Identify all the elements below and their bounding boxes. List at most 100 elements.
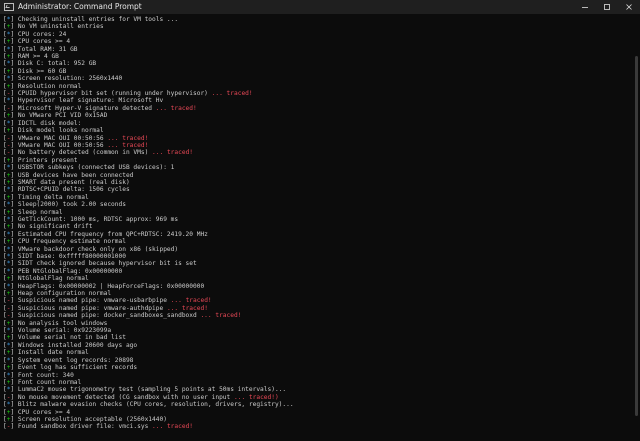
console-line: [*] SIDT check ignored because hyperviso… [3,260,197,268]
line-text: Found sandbox driver file: vmci.sys [17,423,149,431]
console-line: [+] No analysis tool windows [3,319,108,327]
console-line: [+] No VMware PCI VID 0x15AD [3,112,108,120]
line-text: Blitz malware evasion checks (CPU cores,… [17,401,294,409]
console-line: [+] RAM >= 4 GB [3,53,59,61]
line-text: Volume serial: 0x9223099a [17,327,112,335]
line-text: Microsoft Hyper-V signature detected [17,104,153,112]
console-line: [*] PEB NtGlobalFlag: 0x00000000 [3,267,123,275]
close-button[interactable] [618,0,640,14]
console-line: [+] Heap configuration normal [3,290,112,298]
console-line: [+] SMART data present (real disk) [3,178,130,186]
line-text: Total RAM: 31 GB [17,45,78,53]
console-line: [+] Font count normal [3,378,82,386]
console-line: [+] Disk >= 60 GB [3,67,67,75]
console-line: [-] Suspicious named pipe: vmware-authdp… [3,304,208,312]
line-text: Suspicious named pipe: docker_sandboxes_… [17,312,197,320]
vertical-scrollbar[interactable] [634,16,638,438]
line-text: Windows installed 20600 days ago [17,341,138,349]
line-text: CPU cores >= 4 [17,38,71,46]
line-text: No analysis tool windows [17,319,108,327]
line-text: SIDT base: 0xfffff80000001000 [17,253,126,260]
console-line: [+] USB devices have been connected [3,171,134,179]
console-line: [*] HeapFlags: 0x00000002 | HeapForceFla… [3,282,205,290]
console-line: [*] SIDT base: 0xfffff80000001000 [3,253,126,260]
console-line: [-] Microsoft Hyper-V signature detected… [3,104,197,112]
console-line: [*] LummaC2 mouse trigonometry test (sam… [3,386,287,394]
console-line: [-] CPUID hypervisor bit set (running un… [3,90,253,98]
line-text: Disk model looks normal [17,127,104,135]
line-text: CPU cores >= 4 [17,408,71,416]
line-text: Volume serial not in bad list [17,334,126,342]
console-line: [-] Suspicious named pipe: vmware-usbarb… [3,297,212,305]
line-text: Checking uninstall entries for VM tools … [17,16,179,23]
window-controls [574,0,640,14]
traced-flag: ... traced! [166,297,212,305]
line-text: No VMware PCI VID 0x15AD [17,112,108,120]
console-line: [+] CPU frequency estimate normal [3,238,126,246]
traced-flag: ... traced! [103,141,149,149]
line-text: HeapFlags: 0x00000002 | HeapForceFlags: … [17,282,205,290]
line-text: CPUID hypervisor bit set (running under … [17,90,208,98]
line-text: Sleep(2000) took 2.00 seconds [17,201,126,209]
line-text: Heap configuration normal [17,290,112,298]
line-text: Estimated CPU frequency from QPC+RDTSC: … [17,230,208,238]
minimize-button[interactable] [574,0,596,14]
line-text: SMART data present (real disk) [17,178,130,186]
line-text: Resolution normal [17,82,82,90]
console-line: [+] Resolution normal [3,82,82,90]
console-line: [*] Total RAM: 31 GB [3,45,78,53]
console-line: [+] Install date normal [3,349,89,357]
console-line: [+] Printers present [3,156,78,164]
console-line: [-] No mouse movement detected (CG sandb… [3,393,279,401]
maximize-button[interactable] [596,0,618,14]
line-text: Install date normal [17,349,89,357]
terminal-icon [4,3,14,11]
console-line: [+] NtGlobalFlag normal [3,275,89,283]
command-prompt-window: Administrator: Command Prompt [*] Checki… [0,0,640,441]
console-line: [-] VMware MAC OUI 00:50:56 ... traced! [3,141,149,149]
line-text: VMware MAC OUI 00:50:56 [17,141,104,149]
console-line: [+] CPU cores >= 4 [3,408,71,416]
console-line: [*] Screen resolution: 2560x1440 [3,75,123,83]
line-text: Screen resolution acceptable (2560x1440) [17,415,167,423]
console-output[interactable]: [*] Checking uninstall entries for VM to… [3,16,627,438]
line-text: Font count: 340 [17,371,74,379]
line-text: IDCTL disk model: [17,119,82,127]
console-line: [-] No battery detected (common in VMs) … [3,149,194,157]
line-text: Hypervisor leaf signature: Microsoft Hv [17,97,164,105]
line-text: VMware MAC OUI 00:50:56 [17,134,104,142]
console-line: [*] IDCTL disk model: [3,119,82,127]
traced-flag: ... traced! [196,312,242,320]
line-text: PEB NtGlobalFlag: 0x00000000 [17,267,123,275]
window-title: Administrator: Command Prompt [18,2,142,11]
line-text: GetTickCount: 1000 ms, RDTSC approx: 969… [17,215,179,223]
console-line: [+] Event log has sufficient records [3,364,138,372]
line-text: Sleep normal [17,208,63,216]
traced-flag: ... traced! [148,149,194,157]
console-line: [*] Font count: 340 [3,371,74,379]
console-line: [*] System event log records: 20898 [3,356,134,364]
line-text: SIDT check ignored because hypervisor bi… [17,260,197,268]
line-text: Suspicious named pipe: vmware-usbarbpipe [17,297,167,305]
traced-flag: ... traced! [163,304,208,312]
console-line: [+] No VM uninstall entries [3,23,104,31]
title-bar[interactable]: Administrator: Command Prompt [0,0,640,14]
console-line: [*] Blitz malware evasion checks (CPU co… [3,401,294,409]
console-line: [-] Found sandbox driver file: vmci.sys … [3,423,194,431]
line-text: Screen resolution: 2560x1440 [17,75,123,83]
line-text: CPU frequency estimate normal [17,238,126,246]
close-icon [626,4,632,10]
console-line: [*] VMware backdoor check only on x86 (s… [3,245,179,253]
line-text: VMware backdoor check only on x86 (skipp… [17,245,179,253]
console-line: [-] VMware MAC OUI 00:50:56 ... traced! [3,134,149,142]
line-text: No VM uninstall entries [17,23,104,31]
console-line: [*] Volume serial: 0x9223099a [3,327,112,335]
traced-flag: ... traced! [207,90,253,98]
line-text: Suspicious named pipe: vmware-authdpipe [17,304,164,312]
console-line: [*] Checking uninstall entries for VM to… [3,16,179,23]
console-line: [+] CPU cores >= 4 [3,38,71,46]
scrollbar-thumb[interactable] [635,56,638,416]
console-line: [+] Disk model looks normal [3,127,104,135]
line-text: USBSTOR subkeys (connected USB devices):… [17,164,175,172]
console-line: [*] Estimated CPU frequency from QPC+RDT… [3,230,208,238]
